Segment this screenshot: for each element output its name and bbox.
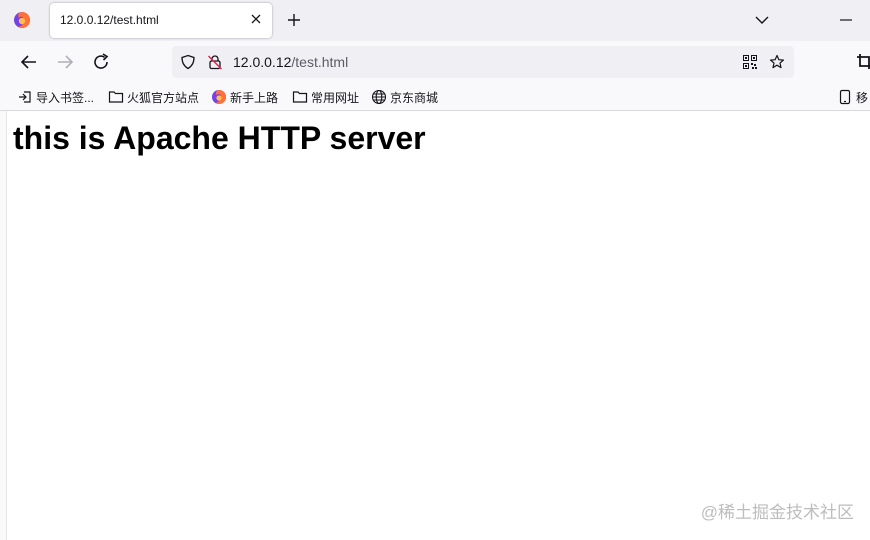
bookmark-label: 导入书签... [36, 90, 95, 105]
firefox-icon [212, 90, 226, 104]
firefox-view-icon[interactable] [12, 10, 32, 30]
tab-strip: 12.0.0.12/test.html [0, 0, 870, 41]
nav-bar: 12.0.0.12/test.html [0, 41, 870, 84]
insecure-lock-icon[interactable] [207, 54, 223, 70]
bookmark-label: 移 [856, 90, 869, 105]
crop-screenshot-icon[interactable] [856, 53, 870, 71]
bookmark-label: 火狐官方站点 [127, 90, 200, 105]
bookmark-label: 京东商城 [390, 90, 439, 105]
new-tab-plus-icon[interactable] [284, 10, 304, 30]
page-heading: this is Apache HTTP server [13, 120, 426, 156]
tab-active[interactable]: 12.0.0.12/test.html [50, 3, 272, 38]
url-bar[interactable]: 12.0.0.12/test.html [172, 46, 794, 78]
qr-code-icon[interactable] [742, 54, 758, 70]
bookmark-item-firefox-official[interactable]: 火狐官方站点 [108, 89, 199, 105]
window-left-edge [0, 111, 7, 540]
back-arrow-icon[interactable] [18, 51, 40, 73]
watermark-text: @稀土掘金技术社区 [700, 503, 854, 522]
forward-arrow-icon[interactable] [54, 51, 76, 73]
bookmark-item-import[interactable]: 导入书签... [17, 89, 94, 105]
bookmark-label: 常用网址 [311, 90, 360, 105]
reload-icon[interactable] [90, 51, 112, 73]
mobile-icon [839, 89, 851, 105]
minimize-icon[interactable] [838, 12, 854, 28]
chevron-down-icon[interactable] [754, 12, 770, 28]
import-icon [19, 91, 31, 103]
shield-icon[interactable] [180, 54, 196, 70]
bookmark-label: 新手上路 [230, 90, 279, 105]
url-text[interactable]: 12.0.0.12/test.html [233, 54, 348, 70]
page-content: this is Apache HTTP server @稀土掘金技术社区 [0, 111, 870, 540]
tab-title: 12.0.0.12/test.html [60, 13, 159, 27]
bookmark-item-getting-started[interactable]: 新手上路 [211, 89, 278, 105]
url-path: /test.html [291, 54, 349, 70]
bookmarks-toolbar: 导入书签... 火狐官方站点 新手上路 常用网址 京东商城 移 [0, 84, 870, 111]
globe-icon [371, 89, 387, 105]
url-host: 12.0.0.12 [233, 54, 292, 70]
folder-icon [292, 91, 308, 103]
bookmark-item-jd[interactable]: 京东商城 [371, 89, 438, 105]
bookmark-star-icon[interactable] [769, 54, 785, 70]
bookmark-item-mobile[interactable]: 移 [837, 89, 868, 105]
close-icon[interactable] [249, 12, 263, 26]
bookmark-item-common-sites[interactable]: 常用网址 [292, 89, 359, 105]
folder-icon [108, 91, 124, 103]
